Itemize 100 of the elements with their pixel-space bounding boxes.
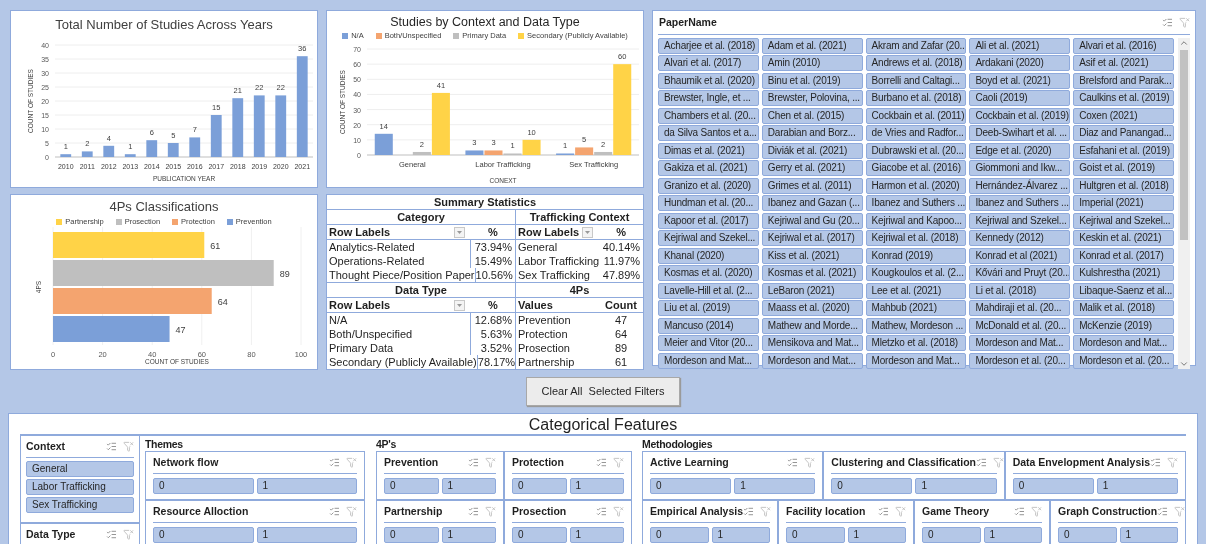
slicer-item[interactable]: 1 [711,526,770,543]
slicer-item[interactable]: 1 [1096,477,1178,494]
slicer-item[interactable]: Borrelli and Caltagi... [865,72,967,89]
slicer-item[interactable]: Kejriwal and Gu (20... [761,212,863,229]
slicer-item[interactable]: Konrad et al. (2017) [1073,247,1174,264]
slicer-item[interactable]: Kougkoulos et al. (2... [865,265,967,282]
slicer-item[interactable]: Liu et al. (2019) [658,300,759,317]
slicer-item[interactable]: Giommoni and Ikw... [969,160,1071,177]
slicer-item[interactable]: Mordeson and Mat... [1073,335,1174,352]
slicer-item[interactable]: Gakiza et al. (2021) [658,160,759,177]
slicer-item[interactable]: Acharjee et al. (2018) [658,37,759,54]
slicer-item[interactable]: Hundman et al. (20... [658,195,759,212]
clear-filter-icon[interactable] [123,441,134,453]
slicer-item[interactable]: Coxen (2021) [1073,107,1174,124]
slicer-item[interactable]: Mathew and Morde... [761,317,863,334]
slicer-item[interactable]: Ali et al. (2021) [969,37,1071,54]
slicer-item[interactable]: 0 [831,477,913,494]
filter-dropdown-icon[interactable] [582,226,594,238]
slicer-item[interactable]: 0 [922,526,981,543]
slicer-item[interactable]: 0 [384,526,439,543]
slicer-item[interactable]: 1 [256,526,357,543]
clear-filter-icon[interactable] [613,457,624,469]
clear-filter-icon[interactable] [1167,457,1178,469]
slicer-item[interactable]: 1 [915,477,997,494]
slicer-item[interactable]: Diviák et al. (2021) [761,142,863,159]
slicer-item[interactable]: Mordeson and Mat... [761,352,863,369]
slicer-item[interactable]: Granizo et al. (2020) [658,177,759,194]
slicer-item[interactable]: Gerry et al. (2021) [761,160,863,177]
slicer-item[interactable]: Kiss et al. (2021) [761,247,863,264]
slicer-item[interactable]: Mahdiraji et al. (20... [969,300,1071,317]
slicer-item[interactable]: Brewster, Polovina, ... [761,90,863,107]
slicer-item[interactable]: Adam et al. (2021) [761,37,863,54]
slicer-item[interactable]: Kővári and Pruyt (20... [969,265,1071,282]
slicer-item[interactable]: Mensikova and Mat... [761,335,863,352]
slicer-item[interactable]: Kennedy (2012) [969,230,1071,247]
slicer-item[interactable]: Burbano et al. (2018) [865,90,967,107]
slicer-item[interactable]: Mathew, Mordeson ... [865,317,967,334]
slicer-item[interactable]: da Silva Santos et a... [658,125,759,142]
clear-filter-icon[interactable] [1031,506,1042,518]
multi-select-icon[interactable] [1157,506,1169,518]
filter-dropdown-icon[interactable] [454,299,465,311]
slicer-item[interactable]: Hernández-Álvarez ... [969,177,1071,194]
slicer-item[interactable]: Kulshrestha (2021) [1073,265,1174,282]
slicer-item[interactable]: Mancuso (2014) [658,317,759,334]
slicer-item[interactable]: Mordeson et al. (20... [1073,352,1174,369]
clear-filter-icon[interactable] [485,457,496,469]
slicer-item[interactable]: Amin (2010) [761,55,863,72]
multi-select-icon[interactable] [1162,17,1173,29]
slicer-item[interactable]: Cockbain et al. (2019) [969,107,1071,124]
slicer-item[interactable]: 0 [1012,477,1094,494]
multi-select-icon[interactable] [787,457,799,469]
slicer-item[interactable]: 0 [512,526,567,543]
slicer-item[interactable]: Brelsford and Parak... [1073,72,1174,89]
slicer-item[interactable]: Konrad (2019) [865,247,967,264]
slicer-item[interactable]: Mordeson and Mat... [969,335,1071,352]
slicer-item[interactable]: 0 [1058,526,1117,543]
slicer-item[interactable]: de Vries and Radfor... [865,125,967,142]
slicer-item[interactable]: Libaque-Saenz et al... [1073,282,1174,299]
multi-select-icon[interactable] [329,506,340,518]
slicer-item[interactable]: Andrews et al. (2018) [865,55,967,72]
multi-select-icon[interactable] [468,506,479,518]
slicer-item[interactable]: McKenzie (2019) [1073,317,1174,334]
multi-select-icon[interactable] [596,457,607,469]
slicer-item[interactable]: McDonald et al. (20... [969,317,1071,334]
slicer-item[interactable]: Konrad et al (2021) [969,247,1071,264]
slicer-item[interactable]: Chambers et al. (20... [658,107,759,124]
slicer-item[interactable]: Binu et al. (2019) [761,72,863,89]
clear-filter-icon[interactable] [895,506,906,518]
slicer-item[interactable]: Ibanez and Gazan (... [761,195,863,212]
multi-select-icon[interactable] [743,506,754,518]
slicer-item[interactable]: 0 [512,477,567,494]
slicer-item[interactable]: 1 [569,526,624,543]
slicer-item[interactable]: Dubrawski et al. (20... [865,142,967,159]
multi-select-icon[interactable] [329,457,340,469]
slicer-item[interactable]: Maass et al. (2020) [761,300,863,317]
slicer-item[interactable]: Labor Trafficking [26,478,134,495]
slicer-item[interactable]: Giacobe et al. (2016) [865,160,967,177]
slicer-item[interactable]: Cockbain et al. (2011) [865,107,967,124]
slicer-item[interactable]: 1 [441,526,496,543]
clear-filter-icon[interactable] [123,529,134,541]
slicer-item[interactable]: Alvari et al. (2016) [1073,37,1174,54]
slicer-item[interactable]: Meier and Vitor (20... [658,335,759,352]
scrollbar[interactable] [1178,37,1190,369]
slicer-item[interactable]: Asif et al. (2021) [1073,55,1174,72]
slicer-item[interactable]: Kejriwal et al. (2018) [865,230,967,247]
multi-select-icon[interactable] [468,457,479,469]
slicer-item[interactable]: Akram and Zafar (20... [865,37,967,54]
slicer-item[interactable]: Ardakani (2020) [969,55,1071,72]
multi-select-icon[interactable] [106,529,117,541]
clear-filter-icon[interactable] [804,457,816,469]
slicer-item[interactable]: Dimas et al. (2021) [658,142,759,159]
slicer-item[interactable]: Bhaumik et al. (2020) [658,72,759,89]
slicer-item[interactable]: Darabian and Borz... [761,125,863,142]
slicer-item[interactable]: Kejriwal and Szekel... [658,230,759,247]
slicer-item[interactable]: Boyd et al. (2021) [969,72,1071,89]
slicer-item[interactable]: 0 [153,526,254,543]
multi-select-icon[interactable] [106,441,117,453]
slicer-item[interactable]: Deeb-Swihart et al. ... [969,125,1071,142]
slicer-item[interactable]: Kejriwal and Szekel... [969,212,1071,229]
filter-dropdown-icon[interactable] [454,226,465,238]
